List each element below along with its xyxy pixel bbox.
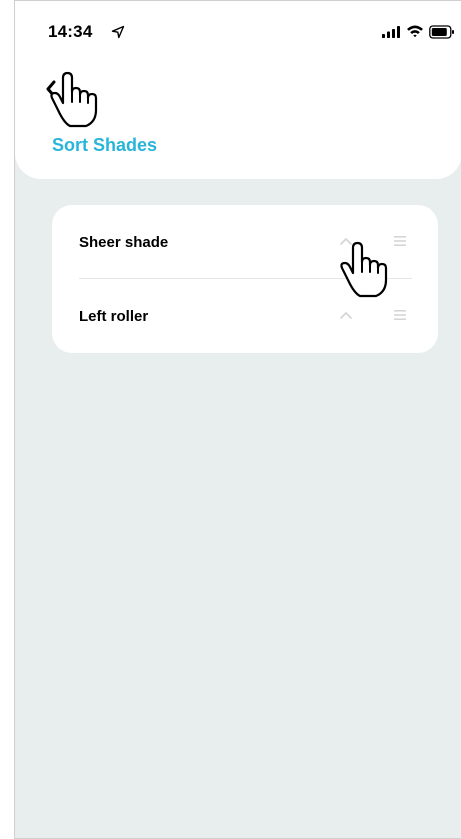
chevron-up-icon — [340, 238, 352, 245]
drag-handle-icon[interactable] — [393, 308, 407, 322]
signal-icon — [382, 26, 400, 38]
move-up-button[interactable] — [337, 232, 355, 250]
location-arrow-icon — [111, 25, 125, 39]
drag-handle-icon[interactable] — [393, 234, 407, 248]
shades-list-card: Sheer shade Left roller — [52, 205, 438, 353]
phone-screen: 14:34 Sort Shades Sheer shade Left rolle… — [14, 0, 461, 839]
chevron-left-icon — [46, 80, 56, 98]
list-item[interactable]: Sheer shade — [52, 205, 438, 279]
battery-icon — [429, 25, 454, 39]
wifi-icon — [407, 25, 423, 38]
list-item[interactable]: Left roller — [52, 279, 438, 353]
status-time: 14:34 — [48, 22, 93, 41]
header: 14:34 Sort Shades — [15, 1, 461, 179]
shade-name: Sheer shade — [79, 234, 169, 251]
page-title: Sort Shades — [52, 135, 158, 155]
shade-name: Left roller — [79, 308, 149, 325]
back-button[interactable] — [37, 75, 65, 103]
move-up-button[interactable] — [337, 306, 355, 324]
status-bar: 14:34 — [15, 1, 461, 51]
chevron-up-icon — [340, 312, 352, 319]
